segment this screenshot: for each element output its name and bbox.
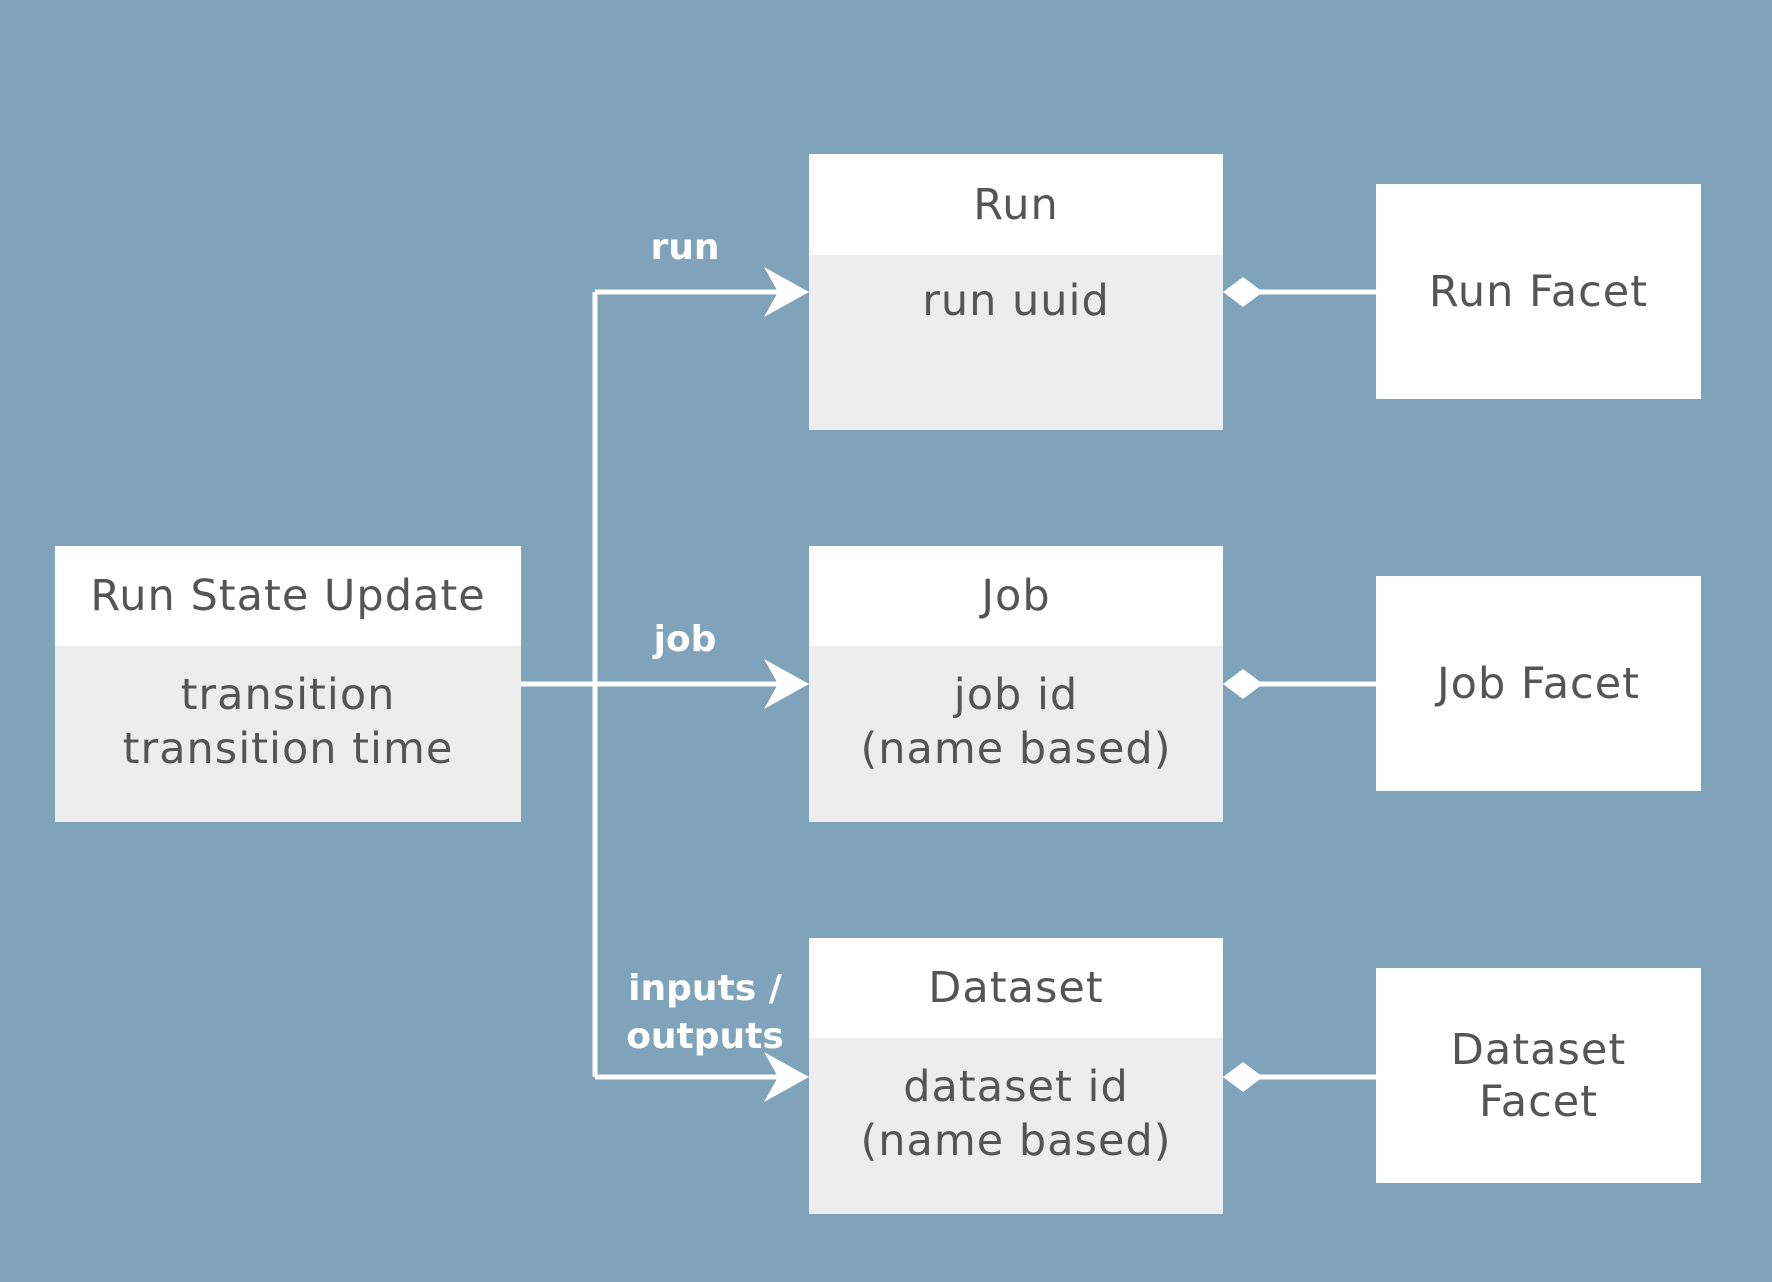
run-state-update-box: Run State Update transition transition t… (55, 546, 521, 822)
diamond-dataset (1223, 1062, 1263, 1092)
dataset-facet-line2: Facet (1478, 1076, 1599, 1127)
field-transition: transition (180, 670, 396, 720)
edge-label-inputs-outputs: inputs / outputs (620, 965, 790, 1061)
dataset-entity-fields: dataset id (name based) (809, 1060, 1223, 1214)
dataset-facet-line1: Dataset (1450, 1024, 1627, 1075)
edge-label-inputs: inputs / (628, 968, 782, 1009)
field-run-uuid: run uuid (922, 276, 1110, 326)
field-transition-time: transition time (122, 724, 454, 774)
run-entity-title: Run (809, 154, 1223, 255)
dataset-facet-box: Dataset Facet (1376, 968, 1701, 1183)
field-dataset-id: dataset id (903, 1062, 1129, 1112)
run-state-update-title: Run State Update (55, 546, 521, 646)
edge-label-run: run (650, 227, 720, 268)
run-facet-box: Run Facet (1376, 184, 1701, 399)
edge-label-job: job (653, 619, 717, 660)
run-entity-fields: run uuid (809, 274, 1223, 430)
field-dataset-name-based: (name based) (860, 1116, 1172, 1166)
run-entity-box: Run run uuid (809, 154, 1223, 430)
job-entity-fields: job id (name based) (809, 668, 1223, 822)
field-job-id: job id (953, 670, 1079, 720)
diamond-job (1223, 669, 1263, 699)
run-state-update-fields: transition transition time (55, 668, 521, 822)
job-facet-box: Job Facet (1376, 576, 1701, 791)
job-entity-title: Job (809, 546, 1223, 646)
dataset-entity-title: Dataset (809, 938, 1223, 1038)
job-entity-box: Job job id (name based) (809, 546, 1223, 822)
connector-trunk (521, 292, 598, 1077)
dataset-entity-box: Dataset dataset id (name based) (809, 938, 1223, 1214)
field-job-name-based: (name based) (860, 724, 1172, 774)
edge-label-outputs: outputs (626, 1016, 784, 1057)
diamond-run (1223, 277, 1263, 307)
